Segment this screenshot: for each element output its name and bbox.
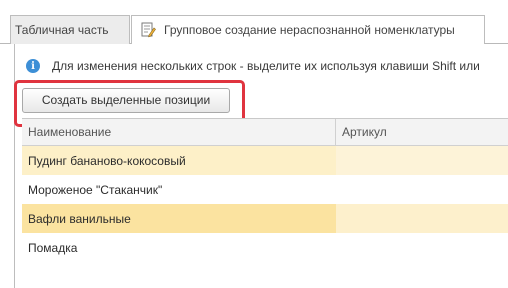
table-row[interactable]: Помадка	[22, 233, 508, 262]
cell-article	[336, 175, 508, 204]
table-header: Наименование Артикул	[22, 118, 508, 146]
cell-article	[336, 204, 508, 233]
tab-table-part-label: Табличная часть	[15, 23, 109, 37]
tab-group-create-label: Групповое создание нераспознанной номенк…	[164, 23, 455, 37]
table-row[interactable]: Мороженое "Стаканчик"	[22, 175, 508, 204]
info-message: i Для изменения нескольких строк - выдел…	[26, 57, 480, 75]
column-header-article[interactable]: Артикул	[336, 119, 508, 145]
cell-article	[336, 233, 508, 262]
info-icon: i	[26, 59, 40, 73]
create-selected-items-button[interactable]: Создать выделенные позиции	[22, 88, 230, 113]
info-text: Для изменения нескольких строк - выделит…	[52, 59, 480, 73]
cell-name: Мороженое "Стаканчик"	[28, 182, 163, 197]
table-row[interactable]: Пудинг бананово-кокосовый	[22, 146, 508, 175]
tab-group-create[interactable]: Групповое создание нераспознанной номенк…	[131, 15, 485, 45]
cell-article	[336, 146, 508, 175]
cell-name: Помадка	[28, 240, 78, 255]
cell-name: Вафли ванильные	[22, 204, 336, 233]
column-header-name[interactable]: Наименование	[22, 119, 336, 145]
items-table: Наименование Артикул Пудинг бананово-кок…	[22, 118, 508, 262]
tab-bar: Табличная часть Групповое создание нерас…	[0, 0, 508, 45]
tab-table-part[interactable]: Табличная часть	[10, 15, 130, 44]
table-row[interactable]: Вафли ванильные	[22, 204, 508, 233]
cell-name: Пудинг бананово-кокосовый	[22, 146, 336, 175]
document-edit-icon	[140, 22, 156, 38]
